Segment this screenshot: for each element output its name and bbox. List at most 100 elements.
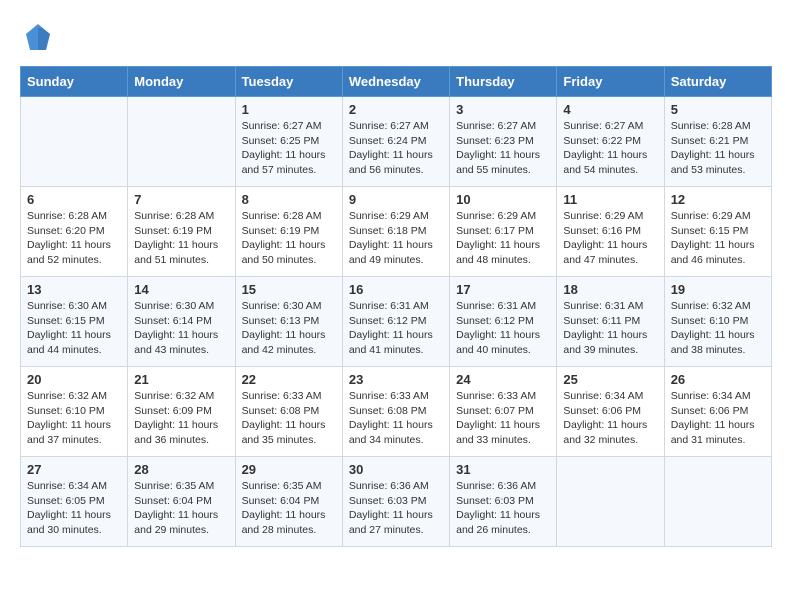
calendar-cell: 25 Sunrise: 6:34 AMSunset: 6:06 PMDayligh… <box>557 367 664 457</box>
day-info: Sunrise: 6:30 AMSunset: 6:15 PMDaylight:… <box>27 299 121 358</box>
calendar-header-row: SundayMondayTuesdayWednesdayThursdayFrid… <box>21 67 772 97</box>
day-number: 9 <box>349 192 443 207</box>
calendar-cell: 17Sunrise: 6:31 AMSunset: 6:12 PMDayligh… <box>450 277 557 367</box>
day-number: 14 <box>134 282 228 297</box>
day-number: 4 <box>563 102 657 117</box>
calendar-cell: 26Sunrise: 6:34 AMSunset: 6:06 PMDayligh… <box>664 367 771 457</box>
day-info: Sunrise: 6:33 AMSunset: 6:07 PMDaylight:… <box>456 389 550 448</box>
calendar-cell: 13 Sunrise: 6:30 AMSunset: 6:15 PMDayligh… <box>21 277 128 367</box>
calendar-cell: 2 Sunrise: 6:27 AMSunset: 6:24 PMDaylight… <box>342 97 449 187</box>
day-info: Sunrise: 6:28 AMSunset: 6:21 PMDaylight:… <box>671 119 765 178</box>
calendar-cell: 3 Sunrise: 6:27 AMSunset: 6:23 PMDaylight… <box>450 97 557 187</box>
calendar-cell: 20 Sunrise: 6:32 AMSunset: 6:10 PMDayligh… <box>21 367 128 457</box>
day-number: 21 <box>134 372 228 387</box>
day-info: Sunrise: 6:32 AMSunset: 6:09 PMDaylight:… <box>134 389 228 448</box>
day-info: Sunrise: 6:36 AMSunset: 6:03 PMDaylight:… <box>456 479 550 538</box>
calendar-cell <box>557 457 664 547</box>
day-number: 6 <box>27 192 121 207</box>
calendar-cell: 9 Sunrise: 6:29 AMSunset: 6:18 PMDaylight… <box>342 187 449 277</box>
calendar-cell: 8 Sunrise: 6:28 AMSunset: 6:19 PMDaylight… <box>235 187 342 277</box>
day-number: 19 <box>671 282 765 297</box>
day-number: 22 <box>242 372 336 387</box>
day-info: Sunrise: 6:31 AMSunset: 6:12 PMDaylight:… <box>456 299 550 358</box>
day-info: Sunrise: 6:35 AMSunset: 6:04 PMDaylight:… <box>134 479 228 538</box>
day-number: 28 <box>134 462 228 477</box>
day-info: Sunrise: 6:28 AMSunset: 6:19 PMDaylight:… <box>242 209 336 268</box>
calendar-week-4: 20 Sunrise: 6:32 AMSunset: 6:10 PMDayligh… <box>21 367 772 457</box>
calendar-cell <box>128 97 235 187</box>
calendar-week-3: 13 Sunrise: 6:30 AMSunset: 6:15 PMDayligh… <box>21 277 772 367</box>
day-number: 1 <box>242 102 336 117</box>
calendar-week-1: 1 Sunrise: 6:27 AMSunset: 6:25 PMDaylight… <box>21 97 772 187</box>
calendar-cell: 18 Sunrise: 6:31 AMSunset: 6:11 PMDayligh… <box>557 277 664 367</box>
calendar-cell <box>664 457 771 547</box>
calendar-week-5: 27 Sunrise: 6:34 AMSunset: 6:05 PMDayligh… <box>21 457 772 547</box>
day-info: Sunrise: 6:29 AMSunset: 6:17 PMDaylight:… <box>456 209 550 268</box>
day-info: Sunrise: 6:36 AMSunset: 6:03 PMDaylight:… <box>349 479 443 538</box>
day-info: Sunrise: 6:29 AMSunset: 6:16 PMDaylight:… <box>563 209 657 268</box>
weekday-header-tuesday: Tuesday <box>235 67 342 97</box>
day-number: 25 <box>563 372 657 387</box>
calendar-cell: 6 Sunrise: 6:28 AMSunset: 6:20 PMDaylight… <box>21 187 128 277</box>
day-info: Sunrise: 6:35 AMSunset: 6:04 PMDaylight:… <box>242 479 336 538</box>
logo <box>20 20 62 56</box>
logo-icon <box>20 20 56 56</box>
day-number: 29 <box>242 462 336 477</box>
day-number: 20 <box>27 372 121 387</box>
day-number: 26 <box>671 372 765 387</box>
calendar-cell: 30 Sunrise: 6:36 AMSunset: 6:03 PMDayligh… <box>342 457 449 547</box>
calendar-cell: 11 Sunrise: 6:29 AMSunset: 6:16 PMDayligh… <box>557 187 664 277</box>
calendar-cell: 19 Sunrise: 6:32 AMSunset: 6:10 PMDayligh… <box>664 277 771 367</box>
day-number: 10 <box>456 192 550 207</box>
day-number: 23 <box>349 372 443 387</box>
day-info: Sunrise: 6:27 AMSunset: 6:24 PMDaylight:… <box>349 119 443 178</box>
day-number: 8 <box>242 192 336 207</box>
day-number: 30 <box>349 462 443 477</box>
day-number: 13 <box>27 282 121 297</box>
calendar-cell: 5Sunrise: 6:28 AMSunset: 6:21 PMDaylight… <box>664 97 771 187</box>
day-info: Sunrise: 6:29 AMSunset: 6:15 PMDaylight:… <box>671 209 765 268</box>
day-info: Sunrise: 6:28 AMSunset: 6:20 PMDaylight:… <box>27 209 121 268</box>
day-info: Sunrise: 6:29 AMSunset: 6:18 PMDaylight:… <box>349 209 443 268</box>
day-info: Sunrise: 6:34 AMSunset: 6:06 PMDaylight:… <box>563 389 657 448</box>
calendar-table: SundayMondayTuesdayWednesdayThursdayFrid… <box>20 66 772 547</box>
day-info: Sunrise: 6:32 AMSunset: 6:10 PMDaylight:… <box>27 389 121 448</box>
calendar-cell: 12 Sunrise: 6:29 AMSunset: 6:15 PMDayligh… <box>664 187 771 277</box>
day-info: Sunrise: 6:32 AMSunset: 6:10 PMDaylight:… <box>671 299 765 358</box>
calendar-cell: 1 Sunrise: 6:27 AMSunset: 6:25 PMDaylight… <box>235 97 342 187</box>
day-number: 27 <box>27 462 121 477</box>
page-header <box>20 20 772 56</box>
calendar-cell <box>21 97 128 187</box>
weekday-header-saturday: Saturday <box>664 67 771 97</box>
day-number: 3 <box>456 102 550 117</box>
day-info: Sunrise: 6:34 AMSunset: 6:05 PMDaylight:… <box>27 479 121 538</box>
day-info: Sunrise: 6:27 AMSunset: 6:25 PMDaylight:… <box>242 119 336 178</box>
day-number: 7 <box>134 192 228 207</box>
day-info: Sunrise: 6:27 AMSunset: 6:22 PMDaylight:… <box>563 119 657 178</box>
day-info: Sunrise: 6:33 AMSunset: 6:08 PMDaylight:… <box>242 389 336 448</box>
calendar-cell: 27 Sunrise: 6:34 AMSunset: 6:05 PMDayligh… <box>21 457 128 547</box>
day-number: 31 <box>456 462 550 477</box>
calendar-cell: 7Sunrise: 6:28 AMSunset: 6:19 PMDaylight… <box>128 187 235 277</box>
calendar-cell: 28 Sunrise: 6:35 AMSunset: 6:04 PMDayligh… <box>128 457 235 547</box>
day-info: Sunrise: 6:31 AMSunset: 6:11 PMDaylight:… <box>563 299 657 358</box>
day-info: Sunrise: 6:31 AMSunset: 6:12 PMDaylight:… <box>349 299 443 358</box>
day-number: 18 <box>563 282 657 297</box>
calendar-week-2: 6 Sunrise: 6:28 AMSunset: 6:20 PMDaylight… <box>21 187 772 277</box>
day-number: 11 <box>563 192 657 207</box>
weekday-header-friday: Friday <box>557 67 664 97</box>
day-info: Sunrise: 6:33 AMSunset: 6:08 PMDaylight:… <box>349 389 443 448</box>
calendar-cell: 15Sunrise: 6:30 AMSunset: 6:13 PMDayligh… <box>235 277 342 367</box>
calendar-cell: 16 Sunrise: 6:31 AMSunset: 6:12 PMDayligh… <box>342 277 449 367</box>
weekday-header-wednesday: Wednesday <box>342 67 449 97</box>
calendar-cell: 21 Sunrise: 6:32 AMSunset: 6:09 PMDayligh… <box>128 367 235 457</box>
day-number: 12 <box>671 192 765 207</box>
day-number: 2 <box>349 102 443 117</box>
weekday-header-thursday: Thursday <box>450 67 557 97</box>
calendar-cell: 14Sunrise: 6:30 AMSunset: 6:14 PMDayligh… <box>128 277 235 367</box>
day-info: Sunrise: 6:27 AMSunset: 6:23 PMDaylight:… <box>456 119 550 178</box>
calendar-cell: 23 Sunrise: 6:33 AMSunset: 6:08 PMDayligh… <box>342 367 449 457</box>
day-number: 16 <box>349 282 443 297</box>
day-number: 15 <box>242 282 336 297</box>
calendar-cell: 24Sunrise: 6:33 AMSunset: 6:07 PMDayligh… <box>450 367 557 457</box>
